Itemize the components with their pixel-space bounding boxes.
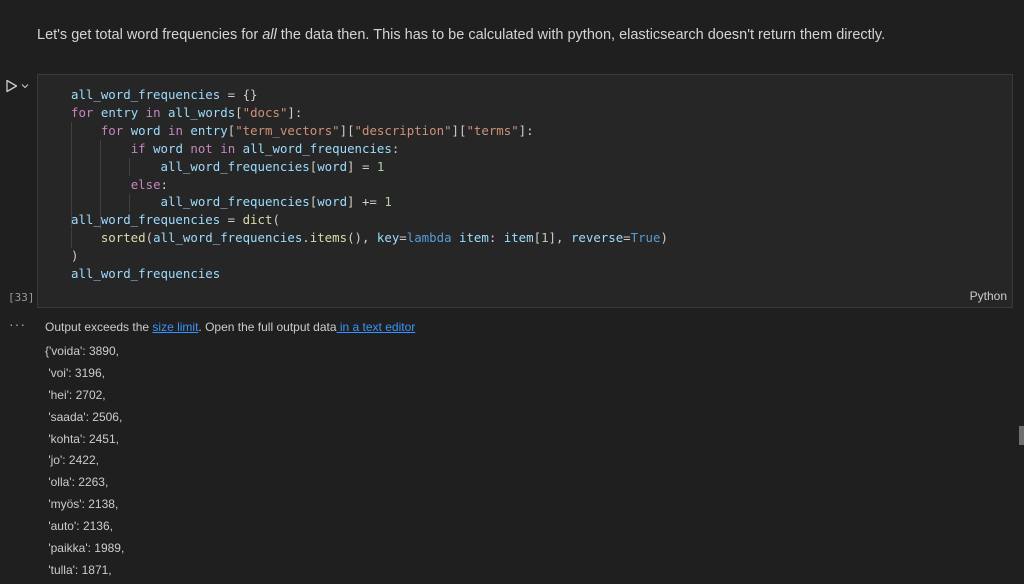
notice-text-prefix: Output exceeds the [45,320,153,334]
code-line: else: [130,176,168,192]
output-line: 'hei': 2702, [45,387,106,402]
code-line: if word not in all_word_frequencies: [130,140,400,156]
code-editor[interactable]: all_word_frequencies = {} for entry in al… [71,86,668,283]
markdown-text-before: Let's get total word frequencies for [37,27,263,43]
code-line: sorted(all_word_frequencies.items(), key… [100,230,668,246]
play-icon[interactable] [5,79,18,93]
execution-count: [33] [8,291,35,304]
open-in-text-editor-link[interactable]: in a text editor [337,320,415,334]
size-limit-link[interactable]: size limit [152,320,198,334]
code-line: all_word_frequencies[word] += 1 [160,194,392,210]
output-line: 'jo': 2422, [45,453,99,468]
output-line: 'kohta': 2451, [45,431,119,446]
output-line: {'voida': 3890, [45,344,119,358]
output-area: {'voida': 3890, 'voi': 3196, 'hei': 2702… [45,343,124,584]
output-line: 'auto': 2136, [45,519,113,534]
output-line: 'olla': 2263, [45,475,109,490]
scrollbar-thumb[interactable] [1019,426,1024,445]
markdown-cell: Let's get total word frequencies for all… [37,25,997,45]
code-line: for entry in all_words["docs"]: [71,104,303,120]
code-line: all_word_frequencies = {} [71,87,258,102]
code-line: all_word_frequencies[word] = 1 [160,158,385,174]
run-cell-button[interactable] [5,77,35,95]
language-selector[interactable]: Python [970,289,1007,303]
output-size-notice: Output exceeds the size limit. Open the … [45,320,415,334]
output-line: 'voi': 3196, [45,365,105,380]
markdown-emphasis: all [262,27,277,43]
output-line: 'tulla': 1871, [45,562,112,577]
code-line: all_word_frequencies = dict( [71,212,280,228]
output-more-actions-button[interactable]: ··· [9,316,26,332]
notice-text-middle: . Open the full output data [198,320,337,334]
markdown-text-after: the data then. This has to be calculated… [276,27,886,43]
output-line: 'paikka': 1989, [45,541,125,556]
code-line: ) [71,248,79,264]
chevron-down-icon[interactable] [21,83,29,89]
code-line: all_word_frequencies [71,266,221,282]
code-line: for word in entry["term_vectors"]["descr… [100,122,534,138]
output-line: 'saada': 2506, [45,409,123,424]
output-line: 'myös': 2138, [45,497,119,512]
code-cell[interactable]: all_word_frequencies = {} for entry in al… [37,74,1013,308]
